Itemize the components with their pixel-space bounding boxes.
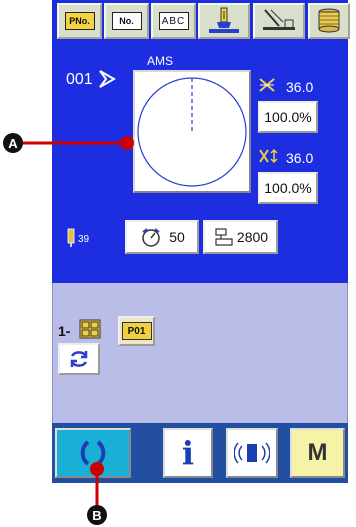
callout-lines <box>22 136 134 506</box>
callout-a: A <box>3 133 23 153</box>
callout-b: B <box>87 505 107 525</box>
